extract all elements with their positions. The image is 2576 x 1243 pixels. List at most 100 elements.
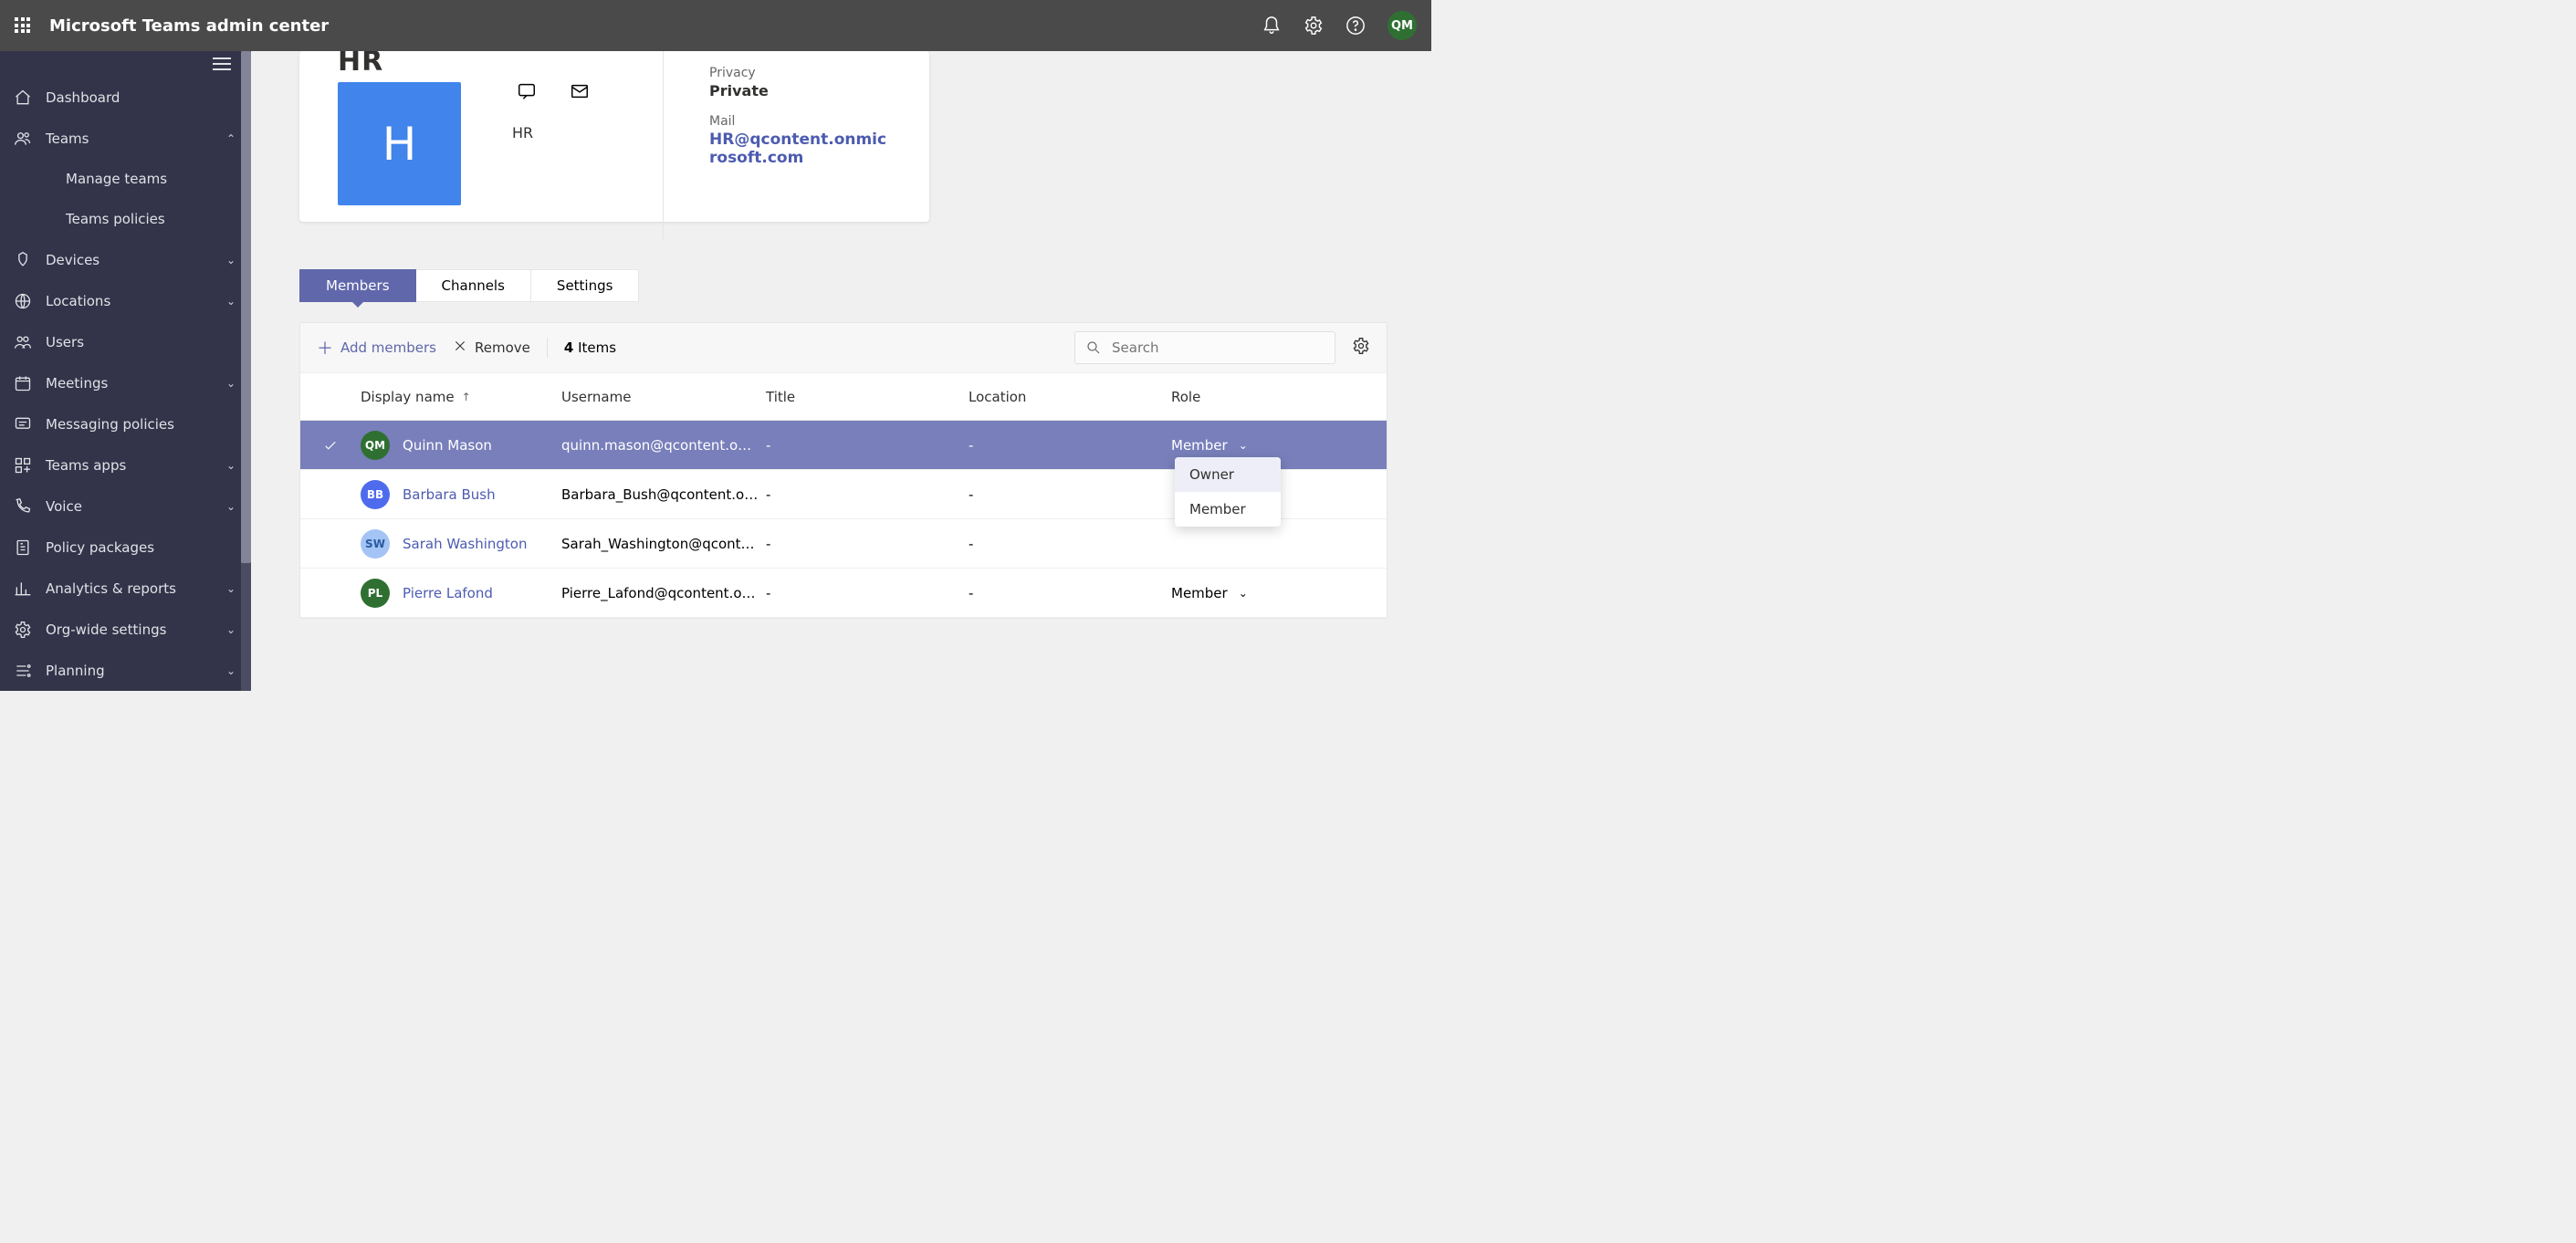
add-members-label: Add members <box>340 339 436 356</box>
role-value: Member <box>1171 585 1228 601</box>
mail-label: Mail <box>709 114 892 129</box>
grid-toolbar: ＋ Add members Remove 4 Items <box>300 323 1387 373</box>
sidebar-item[interactable]: Devices ⌄ <box>0 239 251 280</box>
sidebar-item[interactable]: Dashboard <box>0 77 251 118</box>
sidebar-item[interactable]: Locations⌄ <box>0 280 251 321</box>
privacy-label: Privacy <box>709 66 892 80</box>
users-icon <box>13 333 33 351</box>
sidebar-item[interactable]: Policy packages <box>0 527 251 568</box>
settings-icon[interactable] <box>1304 16 1324 36</box>
planning-icon <box>13 662 33 680</box>
search-icon <box>1085 339 1102 360</box>
col-header-location[interactable]: Location <box>969 389 1171 405</box>
header-bar: Microsoft Teams admin center QM <box>0 0 1431 51</box>
sidebar-item-label: Analytics & reports <box>46 580 211 597</box>
sidebar-item[interactable]: Org-wide settings⌄ <box>0 609 251 650</box>
notifications-icon[interactable] <box>1262 16 1282 36</box>
sidebar-item-label: Devices <box>46 252 211 268</box>
voice-icon <box>13 497 33 516</box>
sidebar-item-label: Teams apps <box>46 457 211 474</box>
header-left: Microsoft Teams admin center <box>15 16 329 36</box>
role-dropdown[interactable]: Member ⌄ <box>1171 437 1387 454</box>
member-name[interactable]: Sarah Washington <box>403 536 528 552</box>
sidebar-item[interactable]: Analytics & reports⌄ <box>0 568 251 609</box>
app-launcher-icon[interactable] <box>15 17 31 34</box>
col-header-name-label: Display name <box>361 389 455 405</box>
member-location: - <box>969 585 1171 601</box>
gear-icon <box>13 621 33 639</box>
chat-icon[interactable] <box>517 81 537 101</box>
member-name[interactable]: Pierre Lafond <box>403 585 493 601</box>
mail-icon[interactable] <box>570 81 590 101</box>
sidebar-item-label: Messaging policies <box>46 416 238 433</box>
help-icon[interactable] <box>1346 16 1366 36</box>
members-grid: ＋ Add members Remove 4 Items <box>299 322 1387 619</box>
member-username: quinn.mason@qcontent.o… <box>561 437 766 454</box>
sidebar-item-label: Dashboard <box>46 89 238 106</box>
sidebar-scrollbar-thumb[interactable] <box>241 51 251 563</box>
member-avatar: PL <box>361 579 390 608</box>
team-card-left: HR H HR <box>338 51 664 205</box>
item-count: 4 Items <box>564 339 616 356</box>
sidebar-item-label: Teams <box>46 131 211 147</box>
search-input[interactable] <box>1074 331 1335 364</box>
member-row[interactable]: SWSarah WashingtonSarah_Washington@qcont… <box>300 519 1387 569</box>
member-title: - <box>766 585 969 601</box>
tab-settings[interactable]: Settings <box>531 269 640 302</box>
sidebar-item-label: Voice <box>46 498 211 515</box>
sidebar-toggle-icon[interactable] <box>213 57 231 70</box>
sidebar-toggle-row <box>0 51 251 77</box>
checkmark-icon <box>322 437 339 454</box>
col-header-title[interactable]: Title <box>766 389 969 405</box>
chevron-down-icon: ⌄ <box>224 459 238 472</box>
mail-value[interactable]: HR@qcontent.onmicrosoft.com <box>709 131 892 167</box>
member-row[interactable]: QMQuinn Masonquinn.mason@qcontent.o…--Me… <box>300 421 1387 470</box>
sidebar-item-label: Users <box>46 334 238 350</box>
chevron-down-icon: ⌄ <box>224 295 238 308</box>
sidebar-item[interactable]: Planning⌄ <box>0 650 251 691</box>
sidebar: Dashboard Teams ⌃ Manage teamsTeams policie… <box>0 51 251 691</box>
team-summary-card: HR H HR Privacy Private <box>299 51 929 222</box>
role-option[interactable]: Owner <box>1175 457 1281 492</box>
sidebar-item[interactable]: Teams apps ⌄ <box>0 444 251 486</box>
tab-members[interactable]: Members <box>299 269 416 302</box>
grid-header-row: Display name↑ Username Title Location Ro… <box>300 373 1387 421</box>
chevron-down-icon: ⌄ <box>224 500 238 513</box>
sidebar-item[interactable]: Voice ⌄ <box>0 486 251 527</box>
member-row[interactable]: PLPierre LafondPierre_Lafond@qcontent.o…… <box>300 569 1387 618</box>
sidebar-item[interactable]: Users <box>0 321 251 362</box>
chevron-down-icon: ⌄ <box>224 623 238 636</box>
add-members-button[interactable]: ＋ Add members <box>317 336 436 360</box>
sidebar-item[interactable]: Messaging policies <box>0 403 251 444</box>
globe-icon <box>13 292 33 310</box>
role-value: Member <box>1171 437 1228 454</box>
team-action-icons <box>517 81 590 101</box>
col-header-role[interactable]: Role <box>1171 389 1387 405</box>
chevron-down-icon: ⌄ <box>224 254 238 266</box>
member-name[interactable]: Barbara Bush <box>403 486 496 503</box>
col-header-name[interactable]: Display name↑ <box>361 389 561 405</box>
member-avatar: SW <box>361 529 390 559</box>
role-dropdown[interactable]: Member⌄ <box>1171 585 1387 601</box>
role-option[interactable]: Member <box>1175 492 1281 527</box>
grid-settings-icon[interactable] <box>1352 337 1370 360</box>
header-right: QM <box>1262 11 1417 40</box>
remove-button[interactable]: Remove <box>453 339 530 357</box>
home-icon <box>13 89 33 107</box>
member-name[interactable]: Quinn Mason <box>403 437 492 454</box>
team-name-heading: HR <box>338 51 383 78</box>
sidebar-item[interactable]: Meetings⌄ <box>0 362 251 403</box>
sidebar-item[interactable]: Teams ⌃ <box>0 118 251 159</box>
tab-channels[interactable]: Channels <box>416 269 531 302</box>
sidebar-sub-item[interactable]: Manage teams <box>0 159 251 199</box>
sidebar-sub-item[interactable]: Teams policies <box>0 199 251 239</box>
sidebar-item-label: Planning <box>46 663 211 679</box>
chevron-up-icon: ⌃ <box>224 132 238 145</box>
team-avatar-tile: H <box>338 82 461 205</box>
member-title: - <box>766 536 969 552</box>
col-header-username[interactable]: Username <box>561 389 766 405</box>
member-title: - <box>766 437 969 454</box>
toolbar-separator <box>547 338 548 358</box>
chevron-down-icon: ⌄ <box>1239 439 1248 452</box>
user-avatar[interactable]: QM <box>1387 11 1417 40</box>
